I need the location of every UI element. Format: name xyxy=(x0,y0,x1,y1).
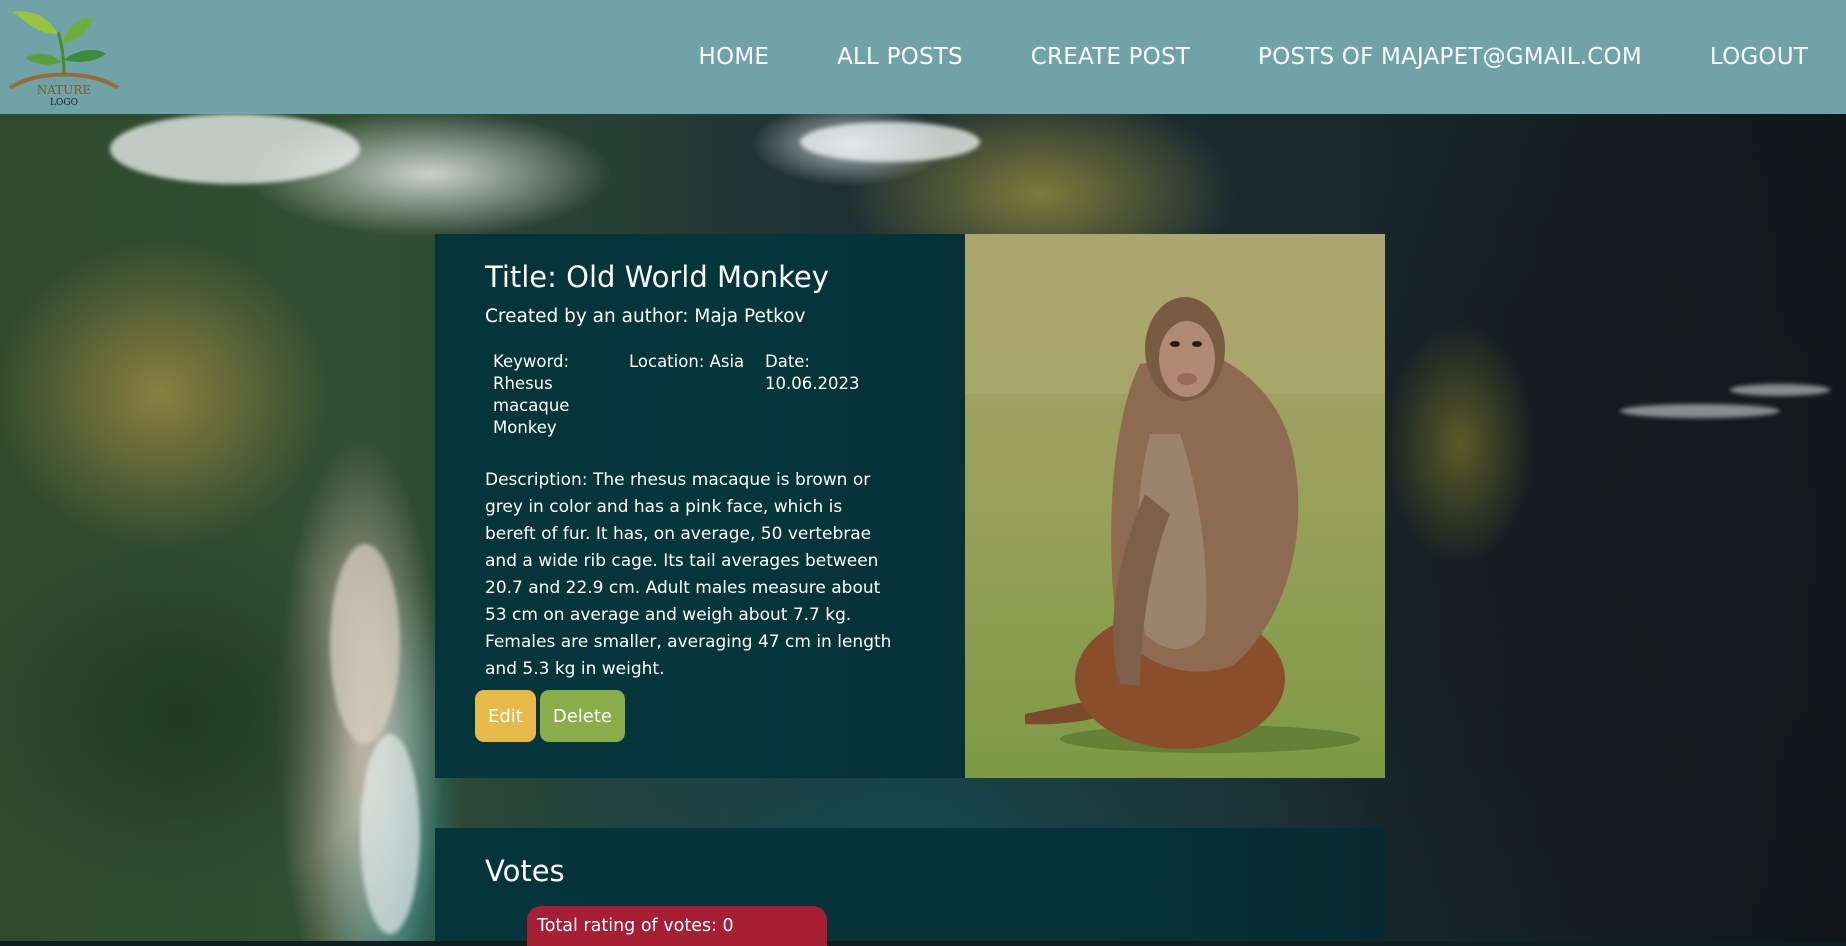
post-meta: Keyword: Rhesus macaque Monkey Location:… xyxy=(493,351,965,439)
main-nav: HOME ALL POSTS CREATE POST POSTS OF MAJA… xyxy=(631,0,1808,114)
nav-create-post[interactable]: CREATE POST xyxy=(1031,44,1190,70)
post-date: Date: 10.06.2023 xyxy=(765,352,860,393)
total-rating-badge: Total rating of votes: 0 xyxy=(527,906,827,946)
post-location: Location: Asia xyxy=(629,352,745,371)
votes-section: Votes Total rating of votes: 0 xyxy=(435,828,1385,946)
nav-home[interactable]: HOME xyxy=(699,44,770,70)
monkey-photo-icon xyxy=(965,234,1385,778)
nature-logo[interactable]: NATURE LOGO xyxy=(6,4,122,108)
post-author: Created by an author: Maja Petkov xyxy=(485,306,806,327)
post-keyword: Keyword: Rhesus macaque Monkey xyxy=(493,352,570,437)
post-details-card: Title: Old World Monkey Created by an au… xyxy=(435,234,1385,778)
post-title: Title: Old World Monkey xyxy=(485,260,829,294)
post-image xyxy=(965,234,1385,778)
votes-heading: Votes xyxy=(485,854,565,888)
top-navbar: NATURE LOGO HOME ALL POSTS CREATE POST P… xyxy=(0,0,1846,114)
svg-text:LOGO: LOGO xyxy=(50,98,78,108)
post-description: Description: The rhesus macaque is brown… xyxy=(485,470,892,679)
post-actions: Edit Delete xyxy=(475,690,626,742)
svg-text:NATURE: NATURE xyxy=(37,83,91,97)
nav-my-posts[interactable]: POSTS OF MAJAPET@GMAIL.COM xyxy=(1258,44,1642,70)
edit-button[interactable]: Edit xyxy=(475,690,536,742)
delete-button[interactable]: Delete xyxy=(539,690,626,742)
nav-all-posts[interactable]: ALL POSTS xyxy=(837,44,963,70)
nav-logout[interactable]: LOGOUT xyxy=(1710,44,1808,70)
leaf-logo-icon: NATURE LOGO xyxy=(8,11,120,108)
post-info-panel: Title: Old World Monkey Created by an au… xyxy=(435,234,965,778)
